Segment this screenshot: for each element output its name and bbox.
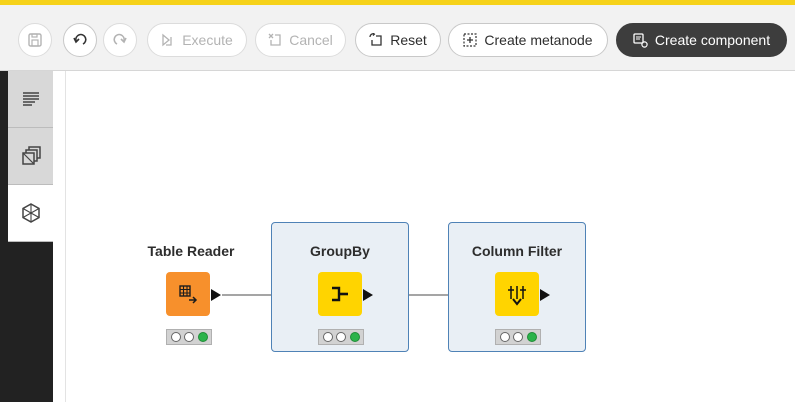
create-component-label: Create component [654,32,771,48]
output-port[interactable] [363,289,373,301]
undo-button[interactable] [63,23,97,57]
save-icon [28,33,42,47]
node-status-traffic-light [166,329,212,345]
node-label: GroupBy [310,243,370,259]
status-dot-executed [197,332,208,342]
redo-button[interactable] [103,23,137,57]
connections-layer [222,289,496,301]
status-dot [336,332,346,342]
cancel-label: Cancel [289,32,333,48]
sidebar [0,71,53,402]
status-dot [322,332,333,342]
undo-icon [73,33,87,45]
sidebar-item-workflow-monitor[interactable] [8,185,53,242]
redo-icon [113,33,127,45]
status-dot [170,332,181,342]
node-label: Table Reader [147,243,235,259]
status-dot [499,332,510,342]
create-metanode-button[interactable]: Create metanode [448,23,608,57]
sidebar-item-description[interactable] [8,71,53,128]
node-status-traffic-light [495,329,541,345]
reset-icon [369,33,382,46]
save-button[interactable] [18,23,52,57]
execute-label: Execute [182,32,233,48]
execute-icon [162,33,172,47]
canvas-gutter [53,71,66,402]
reset-label: Reset [390,32,427,48]
workflow-canvas[interactable]: Table Reader GroupBy Column Filter [66,72,795,402]
column-filter-node[interactable] [495,272,539,316]
create-metanode-label: Create metanode [484,32,593,48]
component-icon [633,32,648,48]
status-dot [513,332,523,342]
status-dot [184,332,194,342]
node-repository-icon [21,146,41,165]
groupby-icon [332,286,348,302]
toolbar: Execute Cancel Reset Create metanode Cre… [0,5,795,71]
metanode-icon [463,33,478,47]
node-status-traffic-light [318,329,364,345]
workflow-monitor-icon [21,203,40,223]
create-component-button[interactable]: Create component [616,23,787,57]
description-icon [22,92,39,106]
cancel-button[interactable]: Cancel [255,23,346,57]
sidebar-item-node-repository[interactable] [8,128,53,185]
node-label: Column Filter [471,243,563,259]
output-port[interactable] [540,289,550,301]
reset-button[interactable]: Reset [355,23,441,57]
execute-button[interactable]: Execute [147,23,247,57]
groupby-node[interactable] [318,272,362,316]
output-port[interactable] [211,289,221,301]
cancel-icon [268,33,281,46]
table-reader-node[interactable] [166,272,210,316]
table-reader-icon [179,285,198,304]
status-dot-executed [349,332,360,342]
column-filter-icon [508,286,526,306]
status-dot-executed [526,332,537,342]
